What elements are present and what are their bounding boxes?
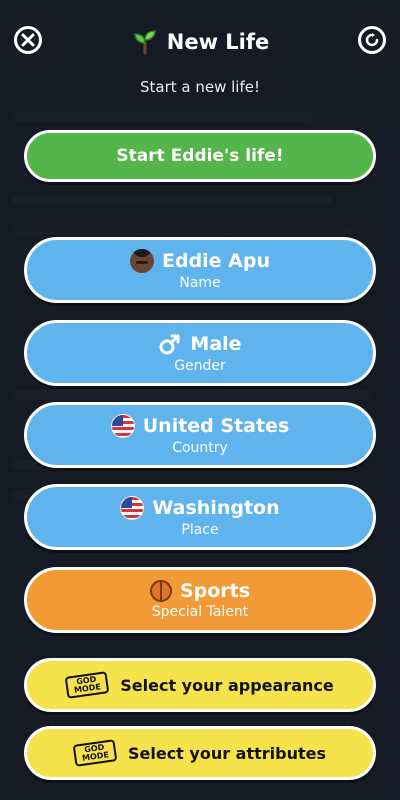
place-button[interactable]: Washington Place: [24, 484, 376, 550]
start-life-button[interactable]: Start Eddie's life!: [24, 130, 376, 182]
name-value: Eddie Apu: [161, 250, 271, 272]
talent-value: Sports: [179, 580, 251, 602]
country-value-row: United States: [110, 414, 290, 438]
avatar-icon: [129, 249, 154, 273]
name-value-row: Eddie Apu: [129, 249, 271, 273]
country-button[interactable]: United States Country: [24, 402, 376, 468]
talent-label: Special Talent: [151, 604, 249, 620]
select-attributes-button[interactable]: GOD MODE Select your attributes: [24, 726, 376, 780]
god-mode-badge: GOD MODE: [64, 671, 110, 699]
name-button[interactable]: Eddie Apu Name: [24, 237, 376, 303]
us-flag-icon: [110, 414, 135, 438]
place-value: Washington: [152, 497, 280, 519]
gender-value: Male: [190, 333, 242, 355]
modal-header: New Life Start a new life!: [0, 0, 400, 110]
gender-value-row: Male: [158, 332, 242, 356]
start-life-label: Start Eddie's life!: [116, 146, 284, 166]
sprout-icon: [133, 30, 156, 54]
refresh-icon: [365, 33, 379, 47]
country-value: United States: [142, 415, 290, 437]
country-label: Country: [172, 440, 228, 456]
special-talent-button[interactable]: Sports Special Talent: [24, 567, 376, 633]
place-label: Place: [181, 522, 219, 538]
gender-button[interactable]: Male Gender: [24, 320, 376, 386]
us-flag-icon: [120, 496, 145, 520]
place-value-row: Washington: [120, 496, 280, 520]
page-title: New Life: [166, 30, 270, 54]
select-appearance-label: Select your appearance: [120, 675, 334, 695]
select-appearance-button[interactable]: GOD MODE Select your appearance: [24, 658, 376, 712]
select-attributes-label: Select your attributes: [127, 743, 327, 763]
modal-title-wrap: New Life: [0, 28, 400, 56]
modal-subtitle: Start a new life!: [140, 78, 260, 96]
basketball-icon: [149, 580, 172, 602]
god-mode-badge: GOD MODE: [72, 739, 118, 767]
male-symbol-icon: [159, 334, 180, 355]
name-label: Name: [179, 275, 221, 291]
gender-label: Gender: [174, 358, 226, 374]
refresh-button[interactable]: [358, 26, 386, 54]
talent-value-row: Sports: [149, 580, 251, 602]
